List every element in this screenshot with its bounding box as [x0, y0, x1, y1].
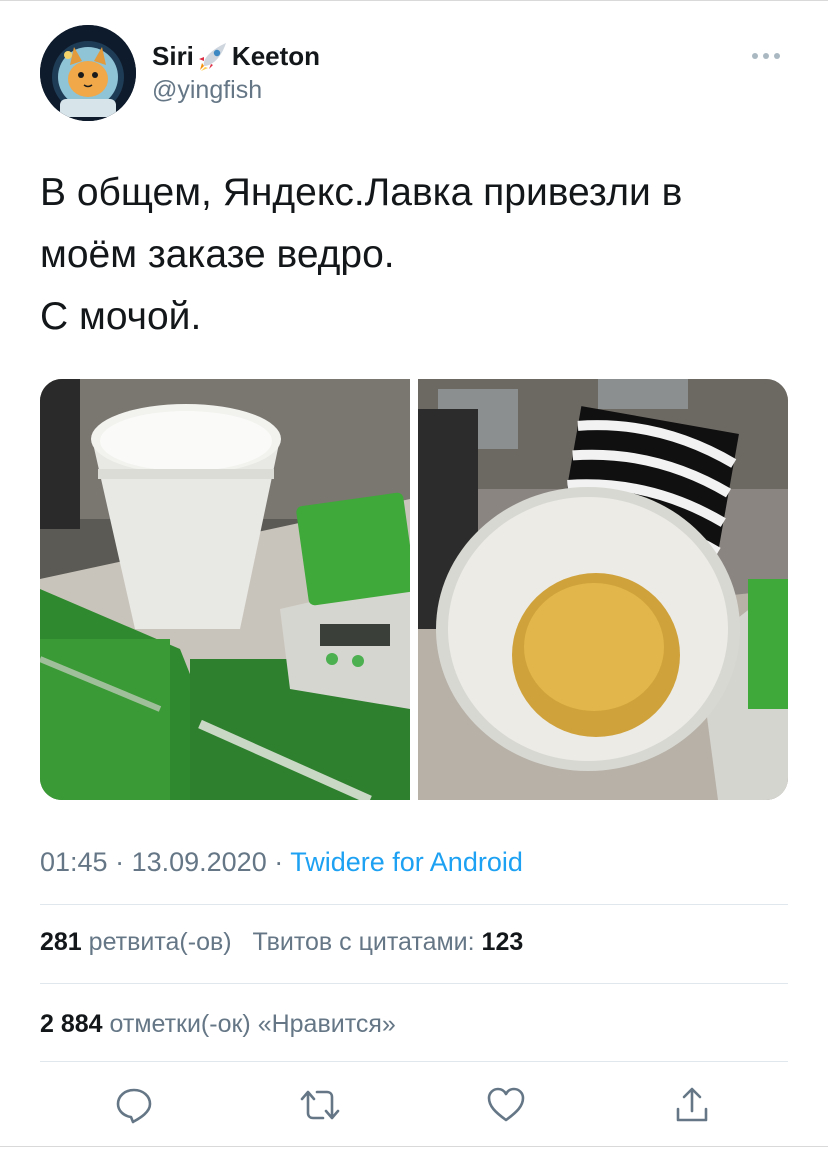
share-button[interactable]: [667, 1080, 717, 1130]
tweet-time: 01:45: [40, 847, 108, 877]
quotes-label: Твитов с цитатами:: [252, 928, 475, 956]
retweet-quote-stats: 281 ретвита(-ов) Твитов с цитатами: 123: [40, 928, 523, 957]
likes-stat[interactable]: 2 884 отметки(-ок) «Нравится»: [40, 1010, 396, 1039]
tweet-date: 13.09.2020: [131, 847, 267, 877]
author-handle[interactable]: @yingfish: [152, 76, 262, 105]
dot-icon: [774, 53, 780, 59]
retweet-button[interactable]: [295, 1080, 345, 1130]
dot-icon: [763, 53, 769, 59]
rocket-icon: [198, 43, 226, 71]
likes-label: отметки(-ок) «Нравится»: [109, 1010, 396, 1038]
top-border: [0, 0, 828, 1]
tweet-meta: 01:45 · 13.09.2020 · Twidere for Android: [40, 847, 523, 878]
cat-astronaut-icon: [40, 25, 136, 121]
retweets-label: ретвита(-ов): [88, 928, 232, 956]
avatar[interactable]: [40, 25, 136, 121]
retweet-icon: [300, 1090, 340, 1120]
likes-count: 2 884: [40, 1010, 103, 1038]
like-icon: [487, 1087, 525, 1122]
photo-bucket-closed[interactable]: [40, 379, 410, 800]
tweet-line: С мочой.: [40, 295, 202, 338]
meta-separator: ·: [107, 847, 132, 877]
retweets-stat[interactable]: 281 ретвита(-ов): [40, 928, 232, 956]
divider: [40, 1061, 788, 1062]
quotes-count: 123: [481, 928, 524, 956]
photo-bucket-open[interactable]: [418, 379, 788, 800]
tweet-line: В общем, Яндекс.Лавка привезли в: [40, 171, 683, 214]
reply-icon: [116, 1088, 152, 1124]
meta-separator: ·: [266, 847, 291, 877]
client-link[interactable]: Twidere for Android: [290, 847, 523, 877]
divider: [40, 983, 788, 984]
tweet-text: В общем, Яндекс.Лавка привезли в моём за…: [40, 162, 780, 348]
reply-button[interactable]: [109, 1080, 159, 1130]
author-name-first: Siri: [152, 40, 194, 71]
retweets-count: 281: [40, 928, 82, 956]
bottom-border: [0, 1146, 828, 1147]
media-gallery: [40, 379, 788, 800]
share-icon: [676, 1087, 708, 1122]
dot-icon: [752, 53, 758, 59]
author-name[interactable]: Siri Keeton: [152, 40, 320, 72]
author-name-last: Keeton: [231, 40, 321, 71]
like-button[interactable]: [481, 1080, 531, 1130]
tweet-line: моём заказе ведро.: [40, 233, 395, 276]
action-bar: [0, 1080, 828, 1130]
quotes-stat[interactable]: Твитов с цитатами: 123: [252, 928, 523, 956]
divider: [40, 904, 788, 905]
more-options-icon[interactable]: [752, 48, 788, 64]
